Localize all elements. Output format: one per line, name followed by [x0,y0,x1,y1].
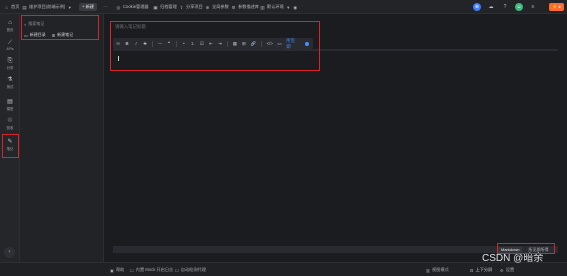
model-icon: ▤ [7,99,13,105]
toolbar-divider [226,40,228,47]
checkbox-icon: ☐ [130,267,134,273]
editor-mode-label[interactable]: 所见即 [286,38,300,50]
share-icon: ⇪ [179,4,184,10]
strike-button[interactable]: S [143,38,147,49]
hr-button[interactable]: — [158,38,162,49]
settings-button[interactable]: ⚙ 设置 [500,267,514,273]
workspace-selector[interactable]: ▤ 维护项目(前端示例) ▾ [22,4,72,10]
toolbar-divider [260,40,262,47]
note-editor: H B I S — ❝ • 1. ☑ ⇤ ⇥ ▦ ⊞ 🔗 </> ▭ 所见即 [104,14,567,262]
team-avatar[interactable]: ⊛ [473,3,481,11]
globe-icon: ⊕ [205,4,210,10]
rail-item-recycle[interactable]: ♲ 回收 [1,116,19,132]
new-note-button[interactable]: ⊞ 新建笔记 [52,32,73,38]
archive-icon: ▣ [153,4,158,10]
cookie-manager-button[interactable]: ◎ Cookie管理器 [116,4,148,10]
gear-icon: ⚙ [500,267,504,273]
quote-button[interactable]: ❝ [167,38,171,49]
search-input[interactable]: 搜索笔记 [28,21,44,27]
heading-button[interactable]: H [116,38,120,49]
bullet-list-button[interactable]: • [182,38,186,49]
home-icon: ⌂ [5,4,8,10]
split-icon: ⊟ [470,267,474,273]
mode-indicator-dot [305,41,309,46]
api-icon: ⟋ [7,39,13,46]
note-icon: ✎ [7,139,13,145]
rail-item-test[interactable]: ⚗ 测试 [1,75,19,91]
note-add-icon: ⊞ [51,32,56,38]
toolbar-divider [152,40,153,47]
italic-button[interactable]: I [134,38,138,49]
cookie-icon: ◎ [116,4,121,10]
split-mode-button[interactable]: ⊟ 上下分屏 [470,267,492,273]
eye-icon: ◉ [293,4,298,10]
top-bar: ⌂ 首页 ▤ 维护项目(前端示例) ▾ + 新建 ⋯ ◎ Cookie管理器 ▣ 归… [0,0,567,14]
upgrade-button[interactable]: ⚡ ▸ [549,3,564,11]
rail-item-apis[interactable]: ⟋ APIs [1,37,19,53]
codeblock-button[interactable]: ▭ [277,38,281,49]
left-rail: ⌂ 首页 ⟋ APIs ⎘ 分享 ⚗ 测试 ▤ 模型 ♲ 回收 ✎ 笔记 ‹ [0,14,20,262]
app-window: ⌂ 首页 ▤ 维护项目(前端示例) ▾ + 新建 ⋯ ◎ Cookie管理器 ▣ 归… [0,0,567,276]
outdent-button[interactable]: ⇤ [209,38,213,49]
share-project-button[interactable]: ⇪ 分享项目 [179,4,203,10]
workspace-icon: ▤ [22,4,27,10]
table-button[interactable]: ▦ [233,38,237,49]
folder-icon: ▭ [24,32,28,38]
collapse-rail-button[interactable]: ‹ [4,247,15,258]
help-icon: ▣ [110,267,114,273]
text-cursor [118,56,119,61]
rail-item-notes[interactable]: ✎ 笔记 [1,137,19,153]
new-folder-button[interactable]: ▭ 新建目录 [24,32,46,38]
help-link[interactable]: ▣ 帮助 [110,267,124,273]
rail-item-share[interactable]: ⎘ 分享 [1,56,19,72]
chevron-left-icon: ‹ [8,249,11,255]
link-icon[interactable]: 🔗 [251,38,256,49]
menu-icon[interactable]: ≡ [529,3,537,11]
new-button[interactable]: + 新建 [79,3,97,11]
checkbox-icon: ☐ [175,267,179,273]
chevron-down-icon: ▾ [287,4,290,10]
notes-search[interactable]: ⌕ 搜索笔记 [24,20,100,28]
view-icon: ▥ [426,267,430,273]
chevron-down-icon: ▾ [68,4,71,10]
share-icon: ⎘ [7,58,13,64]
search-icon: ⌕ [24,21,27,27]
image-button[interactable]: ⊞ [242,38,246,49]
more-button[interactable]: ⋯ [103,4,108,9]
env-icon: ▥ [260,4,265,10]
notes-panel: ⌕ 搜索笔记 ▭ 新建目录 ⊞ 新建笔记 [20,14,104,262]
code-button[interactable]: </> [267,38,273,49]
note-title-input[interactable] [115,21,315,31]
help-icon[interactable]: ? [501,3,509,11]
user-avatar[interactable]: ☺ [515,3,523,11]
mock-log-toggle[interactable]: ☐ 内置 Mock 开启日志 [130,267,173,273]
proxy-detect-toggle[interactable]: ☐ 自动检测代理 [175,267,206,273]
home-icon: ⌂ [8,20,12,26]
editor-content-top [113,49,558,51]
status-bar: ▣ 帮助 ☐ 内置 Mock 开启日志 ☐ 自动检测代理 ▥ 视图模式 ⊟ 上下… [0,262,567,276]
archive-button[interactable]: ▣ 归档管理 [153,4,176,10]
bold-button[interactable]: B [125,38,129,49]
more-icon: ⋯ [103,4,108,9]
indent-button[interactable]: ⇥ [218,38,222,49]
default-env-select[interactable]: ▥ 默认环境 ▾ ◉ [260,4,298,10]
test-icon: ⚗ [7,77,13,83]
top-right-icons: ⊛ ☁ ? ☺ ≡ [473,3,537,11]
watermark-text: CSDN @暗余 [482,253,544,264]
library-icon: ⚙ [231,4,236,10]
recycle-icon: ♲ [7,118,13,124]
view-mode-button[interactable]: ▥ 视图模式 [426,267,449,273]
quick-actions: ▭ 新建目录 ⊞ 新建笔记 [24,32,73,38]
toolbar-divider [175,40,177,47]
global-params-button[interactable]: ⊕ 全局参数 [205,4,229,10]
sync-icon[interactable]: ☁ [487,3,495,11]
rail-item-home[interactable]: ⌂ 首页 [1,18,19,34]
rail-item-model[interactable]: ▤ 模型 [1,97,19,113]
editor-toolbar: H B I S — ❝ • 1. ☑ ⇤ ⇥ ▦ ⊞ 🔗 </> ▭ 所见即 [113,38,313,49]
task-list-button[interactable]: ☑ [200,38,204,49]
param-library-button[interactable]: ⚙ 参数描述库 [231,4,259,10]
ordered-list-button[interactable]: 1. [191,38,195,49]
home-link[interactable]: ⌂ 首页 [4,4,19,10]
